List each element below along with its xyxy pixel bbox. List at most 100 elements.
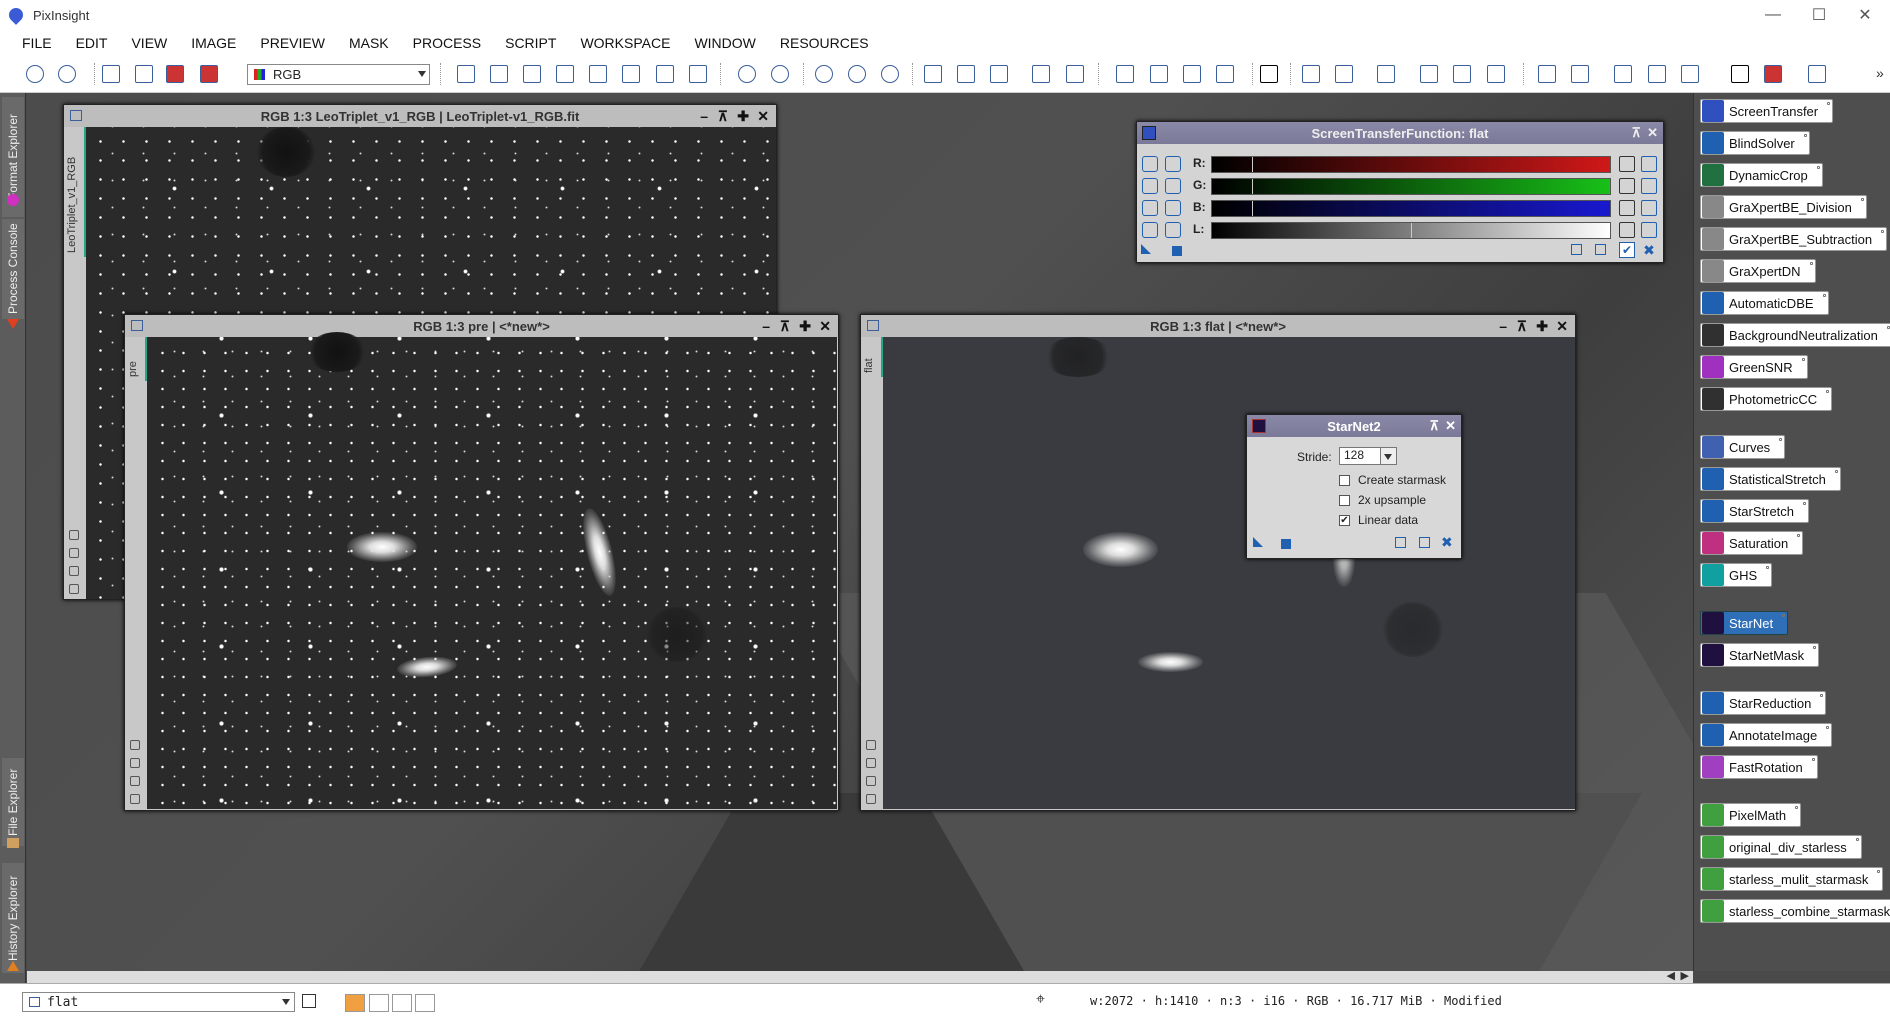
starnet2-window[interactable]: StarNet2 ⊼ ✕ Stride: 128 Create starmask… — [1246, 414, 1462, 559]
menu-process[interactable]: PROCESS — [401, 35, 493, 51]
zoom-optimal-icon[interactable] — [881, 65, 899, 83]
reset-channel-icon[interactable] — [1619, 222, 1635, 238]
center-icon[interactable] — [589, 65, 607, 83]
checkbox-box[interactable] — [1339, 494, 1350, 506]
close-icon[interactable]: ✕ — [1842, 0, 1888, 30]
process-icon-ghs[interactable]: GHS — [1700, 563, 1773, 587]
rgb-channel-icon[interactable] — [166, 65, 184, 83]
window-title-bar[interactable]: RGB 1:3 flat | <*new*> – ⊼ ✚ ✕ — [861, 315, 1575, 337]
new-image-icon[interactable] — [102, 65, 120, 83]
mask-set-icon[interactable] — [1150, 65, 1168, 83]
auto-stretch-icon[interactable] — [1641, 156, 1657, 172]
icon-handle[interactable] — [1834, 470, 1838, 473]
preview-delete-icon[interactable] — [1377, 65, 1395, 83]
horizontal-scrollbar[interactable]: ◀ ▶ — [27, 969, 1693, 983]
process-icon-original-div-starless[interactable]: original_div_starless — [1700, 835, 1862, 859]
window-title-bar[interactable]: RGB 1:3 LeoTriplet_v1_RGB | LeoTriplet-v… — [64, 105, 776, 127]
pointer-icon[interactable] — [689, 65, 707, 83]
monitor-icon[interactable] — [1731, 65, 1749, 83]
shade-window-icon[interactable]: ⊼ — [718, 108, 728, 125]
checkbox-box[interactable] — [1339, 474, 1350, 486]
apply-global-icon[interactable] — [1281, 539, 1291, 549]
shade-window-icon[interactable]: ⊼ — [780, 318, 790, 335]
apply-checkmark-icon[interactable]: ✔ — [1619, 242, 1635, 258]
mask-remove-icon[interactable] — [1183, 65, 1201, 83]
zoom-in-icon[interactable] — [1142, 178, 1158, 194]
browse-doc-icon[interactable] — [1571, 244, 1582, 255]
minimize-icon[interactable]: — — [1750, 0, 1796, 30]
workspace-icon[interactable] — [1808, 65, 1826, 83]
process-icon-starnetmask[interactable]: StarNetMask — [1700, 643, 1820, 667]
preview-new-icon[interactable] — [1302, 65, 1320, 83]
stf-title-bar[interactable]: ScreenTransferFunction: flat ⊼ ✕ — [1137, 122, 1663, 144]
process-icon-blindsolver[interactable]: BlindSolver — [1700, 131, 1810, 155]
cascade-icon[interactable] — [1066, 65, 1084, 83]
linear-data-checkbox[interactable]: ✔ Linear data — [1339, 513, 1418, 527]
display-icon[interactable] — [1764, 65, 1782, 83]
process-icon-graxpertbe-subtraction[interactable]: GraXpertBE_Subtraction — [1700, 227, 1888, 251]
view-mode-icon[interactable] — [924, 65, 942, 83]
menu-workspace[interactable]: WORKSPACE — [568, 35, 682, 51]
icon-handle[interactable] — [1795, 806, 1799, 809]
icon-handle[interactable] — [1826, 390, 1830, 393]
preview-edit-icon[interactable] — [1335, 65, 1353, 83]
edit-instance-icon[interactable] — [1419, 537, 1430, 548]
view-id-tab[interactable]: LeoTriplet_v1_RGB — [66, 127, 86, 257]
pan-mode-icon[interactable] — [457, 65, 475, 83]
reset-channel-icon[interactable] — [1619, 156, 1635, 172]
reset-channel-icon[interactable] — [1619, 178, 1635, 194]
fit-icon[interactable] — [523, 65, 541, 83]
zoom-out-icon[interactable] — [1165, 200, 1181, 216]
stf-window[interactable]: ScreenTransferFunction: flat ⊼ ✕ R: G: B: L… — [1136, 121, 1664, 263]
shade-window-icon[interactable]: ⊼ — [1517, 318, 1527, 335]
new-instance-icon[interactable] — [1141, 244, 1151, 254]
process-icon-starreduction[interactable]: StarReduction — [1700, 691, 1827, 715]
view-id-tab[interactable]: pre — [127, 337, 147, 381]
icon-handle[interactable] — [1797, 534, 1801, 537]
scroll-left-icon[interactable]: ◀ — [1667, 969, 1675, 982]
icon-handle[interactable] — [1811, 758, 1815, 761]
zoom-in-icon[interactable] — [738, 65, 756, 83]
icon-handle[interactable] — [1826, 726, 1830, 729]
maximize-window-icon[interactable]: ✚ — [737, 108, 749, 125]
maximize-window-icon[interactable]: ✚ — [1536, 318, 1548, 335]
view-list-icon[interactable] — [302, 994, 316, 1008]
process-icon-graxpertbe-division[interactable]: GraXpertBE_Division — [1700, 195, 1867, 219]
icon-handle[interactable] — [1782, 614, 1786, 617]
process-icon-annotateimage[interactable]: AnnotateImage — [1700, 723, 1833, 747]
menu-mask[interactable]: MASK — [337, 35, 401, 51]
horizontal-arrows-icon[interactable] — [1165, 222, 1181, 238]
menu-edit[interactable]: EDIT — [64, 35, 120, 51]
edge-icon[interactable] — [622, 65, 640, 83]
channel-select[interactable]: RGB — [247, 64, 430, 85]
icon-handle[interactable] — [1822, 294, 1826, 297]
browse-doc-icon[interactable] — [1395, 537, 1406, 548]
explorer-icon[interactable] — [1538, 65, 1556, 83]
process-icon-starstretch[interactable]: StarStretch — [1700, 499, 1810, 523]
icon-handle[interactable] — [1860, 198, 1864, 201]
mask-mode2-icon[interactable] — [392, 994, 412, 1012]
history-redo-icon[interactable] — [1453, 65, 1471, 83]
icon-handle[interactable] — [1809, 262, 1813, 265]
icon-handle[interactable] — [1779, 438, 1783, 441]
process-icon-greensnr[interactable]: GreenSNR — [1700, 355, 1808, 379]
apply-global-icon[interactable] — [1172, 246, 1182, 256]
new-instance-icon[interactable] — [1253, 537, 1263, 547]
upsample-checkbox[interactable]: 2x upsample — [1339, 493, 1426, 507]
pointer-icon[interactable] — [1165, 156, 1181, 172]
radiation-icon[interactable] — [1142, 200, 1158, 216]
minimize-window-icon[interactable]: – — [762, 318, 770, 334]
process-icon[interactable] — [1614, 65, 1632, 83]
reset-channel-icon[interactable] — [1619, 200, 1635, 216]
menu-file[interactable]: FILE — [10, 35, 64, 51]
history-reset-icon[interactable] — [1487, 65, 1505, 83]
image-window-flat[interactable]: RGB 1:3 flat | <*new*> – ⊼ ✚ ✕ flat — [860, 314, 1576, 811]
readout-icon[interactable] — [656, 65, 674, 83]
midtone-marker[interactable] — [1251, 201, 1253, 216]
menu-window[interactable]: WINDOW — [682, 35, 767, 51]
icon-handle[interactable] — [1877, 870, 1881, 873]
process-icon-dynamiccrop[interactable]: DynamicCrop — [1700, 163, 1823, 187]
scroll-right-icon[interactable]: ▶ — [1681, 969, 1689, 982]
history-undo-icon[interactable] — [1420, 65, 1438, 83]
tab-process-console[interactable]: Process Console — [2, 219, 24, 319]
